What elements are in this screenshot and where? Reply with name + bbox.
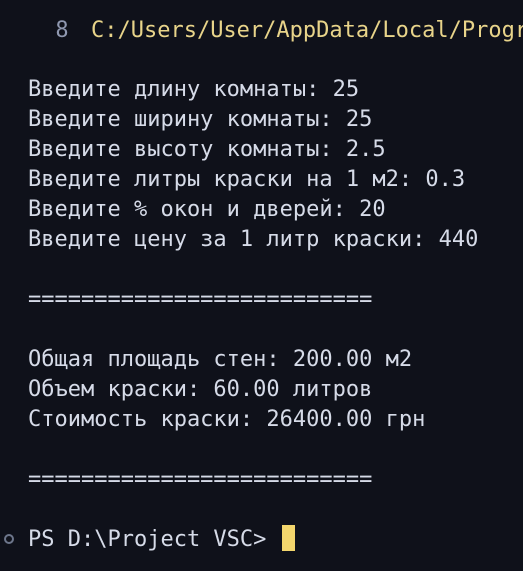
circle-icon — [4, 534, 14, 544]
input-line-height: Введите высоту комнаты: 2.5 — [28, 137, 386, 162]
separator-line: ========================== — [28, 287, 373, 312]
input-line-length: Введите длину комнаты: 25 — [28, 77, 360, 102]
command-line: 8 C:/Users/User/AppData/Local/Progra — [0, 0, 523, 43]
prompt-text-wrap: PS D:\Project VSC> — [28, 525, 295, 555]
text-cursor[interactable] — [281, 525, 295, 551]
command-path: C:/Users/User/AppData/Local/Progra — [90, 18, 523, 43]
input-line-paint-rate: Введите литры краски на 1 м2: 0.3 — [28, 167, 466, 192]
powershell-prompt: PS D:\Project VSC> — [28, 527, 280, 552]
input-line-price: Введите цену за 1 литр краски: 440 — [28, 227, 479, 252]
prompt-row[interactable]: PS D:\Project VSC> — [0, 525, 295, 555]
result-line-cost: Стоимость краски: 26400.00 грн — [28, 407, 426, 432]
result-line-volume: Объем краски: 60.00 литров — [28, 377, 373, 402]
separator-line: ========================== — [28, 467, 373, 492]
terminal-panel[interactable]: 8 C:/Users/User/AppData/Local/Progra Введ… — [0, 0, 523, 571]
input-line-openings: Введите % окон и дверей: 20 — [28, 197, 386, 222]
input-line-width: Введите ширину комнаты: 25 — [28, 107, 373, 132]
result-line-area: Общая площадь стен: 200.00 м2 — [28, 347, 413, 372]
command-marker: 8 — [55, 18, 69, 43]
